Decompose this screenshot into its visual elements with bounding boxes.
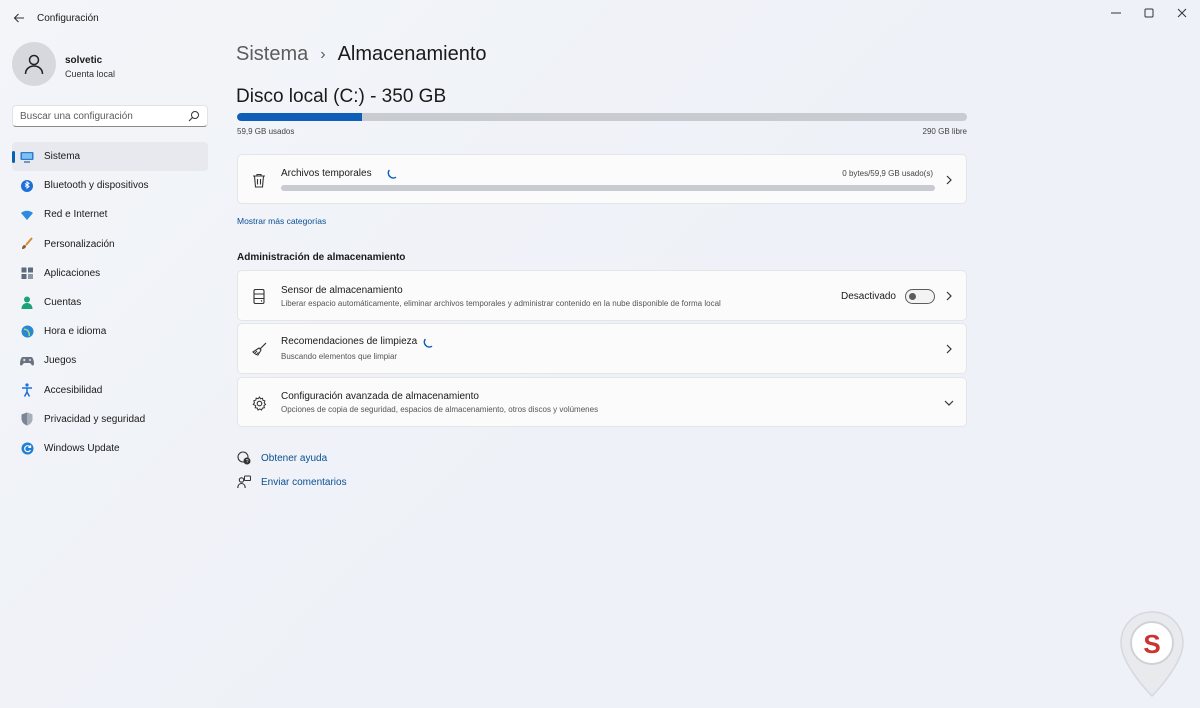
sidebar-item-label: Windows Update (44, 442, 120, 454)
storage-sensor-toggle[interactable] (905, 289, 935, 304)
active-indicator (12, 151, 15, 163)
bluetooth-icon (20, 179, 34, 193)
sidebar-item-privacidad[interactable]: Privacidad y seguridad (12, 405, 208, 434)
breadcrumb-separator: › (320, 45, 326, 63)
chevron-right-icon[interactable] (943, 343, 955, 355)
send-feedback-link[interactable]: Enviar comentarios (237, 475, 347, 489)
cleanup-subtitle: Buscando elementos que limpiar (281, 352, 398, 361)
help-icon: ? (237, 451, 251, 465)
close-icon[interactable] (1169, 5, 1195, 21)
avatar (12, 42, 56, 86)
title-bar: Configuración (0, 0, 1200, 36)
advanced-storage-card[interactable]: Configuración avanzada de almacenamiento… (237, 377, 967, 427)
disk-title: Disco local (C:) - 350 GB (236, 86, 447, 107)
temp-files-title: Archivos temporales (281, 168, 372, 179)
broom-icon (251, 341, 267, 357)
sidebar-item-hora[interactable]: Hora e idioma (12, 317, 208, 346)
storage-sensor-toggle-label: Desactivado (840, 291, 896, 302)
maximize-icon[interactable] (1136, 5, 1162, 21)
sidebar-item-label: Personalización (44, 238, 115, 250)
storage-sensor-title: Sensor de almacenamiento (281, 285, 403, 296)
gamepad-icon (20, 354, 34, 368)
send-feedback-label[interactable]: Enviar comentarios (261, 477, 347, 488)
update-icon (20, 441, 34, 455)
back-arrow-icon[interactable] (10, 9, 28, 27)
sidebar-item-label: Bluetooth y dispositivos (44, 180, 149, 192)
section-heading: Administración de almacenamiento (237, 252, 406, 263)
sidebar-item-label: Cuentas (44, 297, 82, 309)
sidebar-item-label: Juegos (44, 355, 77, 367)
feedback-icon (237, 475, 251, 489)
sidebar-item-label: Sistema (44, 151, 81, 163)
get-help-label[interactable]: Obtener ayuda (261, 453, 327, 464)
search-icon[interactable] (188, 110, 200, 122)
storage-sensor-card[interactable]: Sensor de almacenamiento Liberar espacio… (237, 270, 967, 321)
accessibility-icon (20, 383, 34, 397)
sidebar-item-bluetooth[interactable]: Bluetooth y dispositivos (12, 171, 208, 200)
sidebar-item-sistema[interactable]: Sistema (12, 142, 208, 172)
sidebar-item-label: Accesibilidad (44, 384, 103, 396)
sidebar-item-juegos[interactable]: Juegos (12, 346, 208, 375)
sidebar-item-red[interactable]: Red e Internet (12, 200, 208, 229)
sidebar-item-label: Hora e idioma (44, 326, 107, 338)
minimize-icon[interactable] (1103, 5, 1129, 21)
temp-files-card[interactable]: Archivos temporales 0 bytes/59,9 GB usad… (237, 154, 967, 204)
watermark-logo: S (1118, 610, 1186, 698)
profile-subtitle: Cuenta local (65, 69, 116, 79)
cleanup-title: Recomendaciones de limpieza (281, 336, 418, 347)
chevron-right-icon[interactable] (943, 290, 955, 302)
loading-spinner-icon (423, 338, 433, 348)
sidebar-nav: Sistema Bluetooth y dispositivos Red e I… (12, 142, 208, 463)
temp-files-bar (281, 185, 935, 191)
account-icon (20, 296, 34, 310)
user-icon (24, 54, 44, 75)
breadcrumb: Sistema › Almacenamiento (236, 43, 487, 66)
sidebar-item-accesibilidad[interactable]: Accesibilidad (12, 376, 208, 405)
toggle-knob (909, 293, 916, 300)
search-input[interactable] (20, 109, 180, 123)
svg-text:?: ? (246, 459, 249, 465)
temp-files-value: 0 bytes/59,9 GB usado(s) (842, 169, 933, 178)
gear-icon (251, 395, 267, 411)
shield-icon (20, 412, 34, 426)
disk-usage-bar (237, 113, 967, 121)
page-title: Almacenamiento (337, 43, 487, 65)
search-box[interactable] (12, 105, 208, 127)
loading-spinner-icon (387, 169, 397, 179)
profile-name: solvetic (65, 55, 103, 66)
show-more-categories-link[interactable]: Mostrar más categorías (237, 216, 326, 226)
sidebar-item-label: Red e Internet (44, 209, 108, 221)
sidebar-item-aplicaciones[interactable]: Aplicaciones (12, 259, 208, 288)
sidebar-item-windows-update[interactable]: Windows Update (12, 434, 208, 463)
chevron-down-icon[interactable] (943, 397, 955, 409)
advanced-storage-title: Configuración avanzada de almacenamiento (281, 391, 479, 402)
disk-free-label: 290 GB libre (922, 127, 967, 136)
globe-icon (20, 325, 34, 339)
sidebar-item-label: Privacidad y seguridad (44, 413, 146, 425)
trash-icon (251, 172, 267, 188)
wifi-icon (20, 208, 34, 222)
brush-icon (20, 237, 34, 251)
window-title: Configuración (37, 13, 99, 24)
storage-drive-icon (251, 288, 267, 304)
breadcrumb-parent[interactable]: Sistema (236, 43, 308, 66)
disk-used-label: 59,9 GB usados (237, 127, 295, 136)
advanced-storage-subtitle: Opciones de copia de seguridad, espacios… (281, 405, 599, 414)
storage-sensor-subtitle: Liberar espacio automáticamente, elimina… (281, 299, 721, 308)
sidebar-item-cuentas[interactable]: Cuentas (12, 288, 208, 317)
cleanup-recommendations-card[interactable]: Recomendaciones de limpieza Buscando ele… (237, 323, 967, 374)
user-profile[interactable]: solvetic Cuenta local (12, 42, 202, 88)
disk-usage-fill (237, 113, 362, 121)
sidebar-item-personalizacion[interactable]: Personalización (12, 230, 208, 259)
apps-icon (20, 266, 34, 280)
system-icon (20, 150, 34, 164)
chevron-right-icon[interactable] (943, 174, 955, 186)
sidebar-item-label: Aplicaciones (44, 267, 101, 279)
get-help-link[interactable]: ? Obtener ayuda (237, 451, 327, 465)
svg-text:S: S (1143, 629, 1160, 659)
